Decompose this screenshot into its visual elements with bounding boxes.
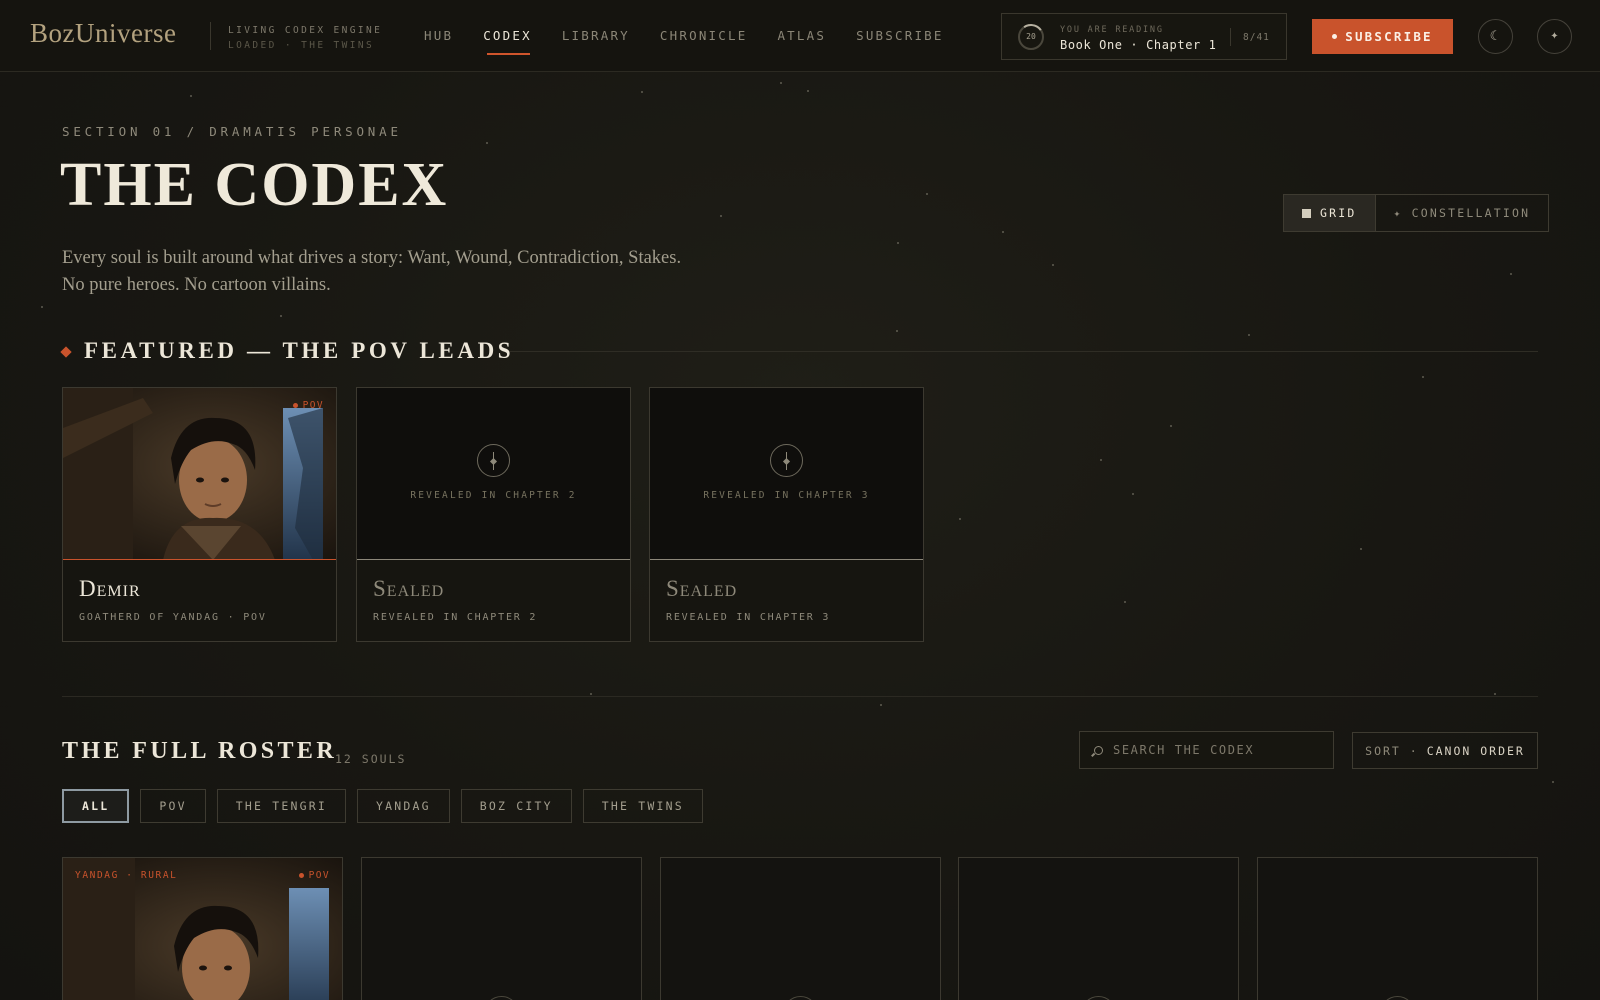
seal-icon [484, 996, 519, 1000]
filter-chips: ALL POV THE TENGRI YANDAG BOZ CITY THE T… [62, 789, 703, 823]
seal-icon [783, 996, 818, 1000]
dot-icon [292, 403, 298, 408]
sort-label: SORT · [1365, 743, 1419, 758]
pov-badge-label: POV [308, 870, 330, 881]
featured-card-sealed[interactable]: REVEALED IN CHAPTER 2 Sealed REVEALED IN… [356, 387, 631, 642]
character-name: Demir [79, 576, 141, 601]
roster-card[interactable]: YANDAG · RURAL POV [62, 857, 343, 1000]
progress-ring-icon: 20 [1018, 24, 1044, 50]
progress-value: 20 [1026, 32, 1036, 41]
subscribe-button-label: SUBSCRIBE [1345, 29, 1433, 44]
sort-value: CANON ORDER [1426, 743, 1525, 758]
subscribe-button[interactable]: SUBSCRIBE [1312, 19, 1453, 54]
search-icon [1094, 745, 1103, 755]
sparkle-button[interactable]: ✦ [1537, 19, 1572, 54]
featured-title: FEATURED — THE POV LEADS [84, 338, 515, 363]
sealed-art: REVEALED IN CHAPTER 3 [650, 388, 923, 560]
pov-badge-label: POV [302, 400, 324, 411]
seal-caption: REVEALED IN CHAPTER 2 [410, 490, 577, 501]
star-icon: ✦ [1393, 206, 1403, 220]
seal-icon [770, 444, 803, 477]
filter-chip-tengri[interactable]: THE TENGRI [216, 789, 346, 823]
filter-chip-twins[interactable]: THE TWINS [582, 789, 703, 823]
roster-count: 12 SOULS [335, 752, 407, 766]
region-label: YANDAG · RURAL [75, 870, 178, 881]
nav-item-atlas[interactable]: ATLAS [777, 28, 826, 43]
roster-card-sealed[interactable] [660, 857, 941, 1000]
reading-page-count: 8/41 [1243, 32, 1270, 43]
dot-icon [1332, 34, 1338, 39]
character-name: Sealed [666, 576, 738, 601]
roster-title: THE FULL ROSTER [62, 738, 338, 764]
featured-card-sealed[interactable]: REVEALED IN CHAPTER 3 Sealed REVEALED IN… [649, 387, 924, 642]
engine-status: LIVING CODEX ENGINE LOADED · THE TWINS [228, 23, 382, 53]
view-constellation-label: CONSTELLATION [1411, 206, 1531, 220]
character-role: REVEALED IN CHAPTER 2 [373, 612, 538, 623]
character-role: GOATHERD OF YANDAG · POV [79, 612, 267, 623]
nav-item-hub[interactable]: HUB [424, 28, 453, 43]
section-divider [62, 696, 1538, 697]
sparkle-icon: ✦ [1550, 31, 1559, 42]
section-label: SECTION 01 / DRAMATIS PERSONAE [62, 124, 402, 139]
seal-icon [477, 444, 510, 477]
main-nav: HUB CODEX LIBRARY CHRONICLE ATLAS SUBSCR… [424, 28, 974, 55]
nav-item-subscribe[interactable]: SUBSCRIBE [856, 28, 944, 43]
nav-item-chronicle[interactable]: CHRONICLE [660, 28, 748, 43]
featured-rule [510, 351, 1538, 352]
featured-heading: FEATURED — THE POV LEADS [60, 338, 515, 364]
filter-chip-boz-city[interactable]: BOZ CITY [460, 789, 572, 823]
character-portrait: POV [63, 388, 336, 560]
view-toggle: GRID ✦ CONSTELLATION [1283, 194, 1550, 232]
seal-icon [1081, 996, 1116, 1000]
view-grid-label: GRID [1320, 206, 1357, 220]
engine-status-line: LIVING CODEX ENGINE [228, 25, 383, 36]
seal-caption: REVEALED IN CHAPTER 3 [703, 490, 870, 501]
nav-item-library[interactable]: LIBRARY [562, 28, 630, 43]
roster-card-sealed[interactable] [958, 857, 1239, 1000]
pov-badge: POV [292, 400, 324, 411]
sealed-art: REVEALED IN CHAPTER 2 [357, 388, 630, 560]
pov-badge: POV [298, 870, 330, 881]
page-title: THE CODEX [60, 151, 449, 219]
sort-dropdown[interactable]: SORT · CANON ORDER [1352, 732, 1538, 769]
character-name: Sealed [373, 576, 445, 601]
codex-search [1079, 731, 1334, 769]
view-constellation-button[interactable]: ✦ CONSTELLATION [1376, 195, 1549, 231]
page-lede: Every soul is built around what drives a… [62, 248, 682, 295]
diamond-icon [60, 345, 72, 358]
brand-logo[interactable]: BozUniverse [30, 18, 176, 49]
filter-chip-all[interactable]: ALL [62, 789, 130, 823]
featured-card-demir[interactable]: POV Demir GOATHERD OF YANDAG · POV [62, 387, 337, 642]
character-role: REVEALED IN CHAPTER 3 [666, 612, 831, 623]
reading-progress-widget[interactable]: 20 YOU ARE READING Book One · Chapter 1 … [1001, 13, 1287, 60]
logo-divider [210, 22, 211, 50]
reading-label: YOU ARE READING [1060, 25, 1164, 35]
roster-card-sealed[interactable] [361, 857, 642, 1000]
filter-chip-pov[interactable]: POV [140, 789, 206, 823]
moon-icon: ☾ [1489, 29, 1502, 44]
top-navigation-bar: BozUniverse LIVING CODEX ENGINE LOADED ·… [0, 0, 1600, 72]
engine-loaded-line: LOADED · THE TWINS [228, 40, 375, 51]
dot-icon [298, 873, 304, 878]
reading-chapter: Book One · Chapter 1 [1060, 38, 1217, 52]
grid-icon [1302, 208, 1311, 218]
reading-separator [1230, 28, 1231, 46]
view-grid-button[interactable]: GRID [1284, 195, 1376, 231]
seal-icon [1380, 996, 1415, 1000]
search-input[interactable] [1113, 743, 1313, 757]
roster-card-sealed[interactable] [1257, 857, 1538, 1000]
filter-chip-yandag[interactable]: YANDAG [357, 789, 450, 823]
theme-toggle-button[interactable]: ☾ [1478, 19, 1513, 54]
nav-item-codex[interactable]: CODEX [483, 28, 532, 55]
